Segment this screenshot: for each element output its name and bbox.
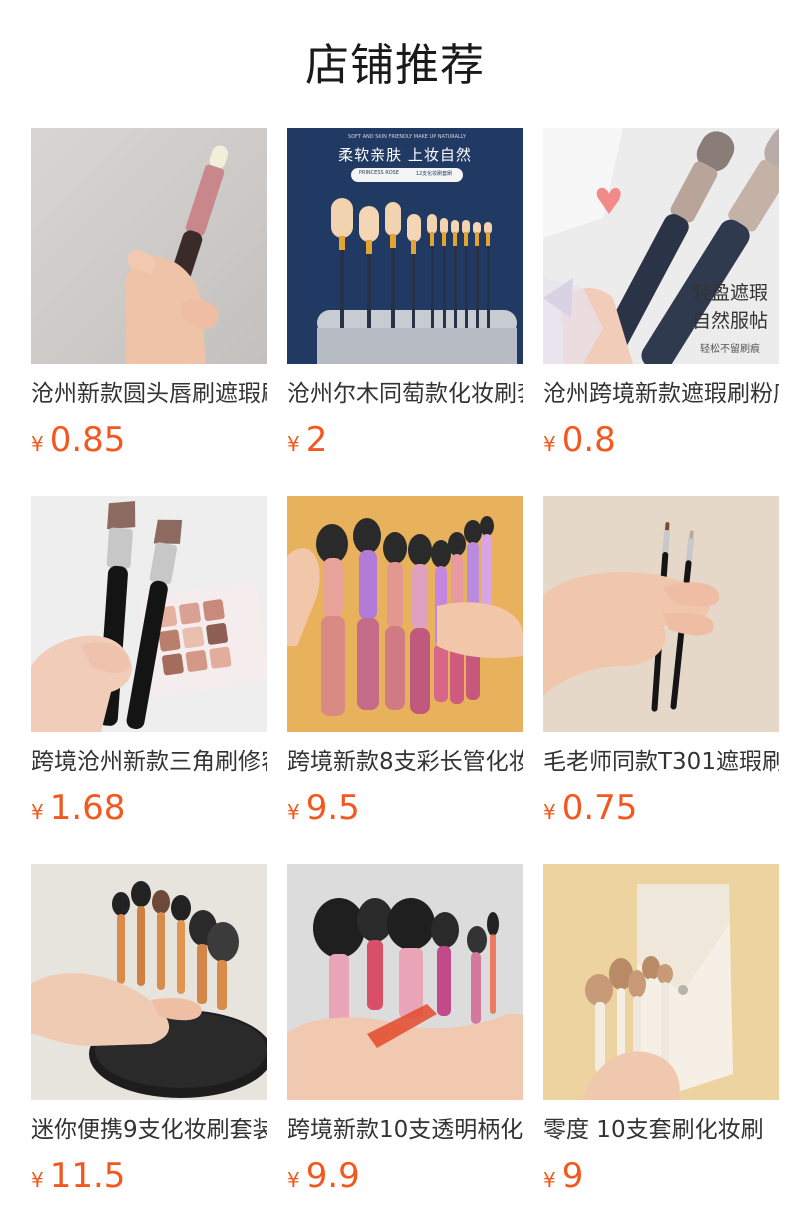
product-image[interactable]: [543, 864, 779, 1100]
product-price: ¥0.85: [31, 420, 267, 462]
product-image[interactable]: [31, 864, 267, 1100]
product-price: ¥0.8: [543, 420, 779, 462]
product-name[interactable]: 沧州尔木同萄款化妆刷套装: [287, 378, 523, 410]
product-card[interactable]: 跨境新款10支透明柄化妆刷 ¥9.9: [287, 864, 523, 1232]
product-name[interactable]: 毛老师同款T301遮瑕刷: [543, 746, 779, 778]
product-card[interactable]: SOFT AND SKIN FRIENDLY MAKE UP NATURALLY…: [287, 128, 523, 496]
colorful-brush-photo-icon: [287, 496, 523, 732]
product-name[interactable]: 沧州新款圆头唇刷遮瑕刷: [31, 378, 267, 410]
product-price: ¥11.5: [31, 1156, 267, 1198]
currency-symbol: ¥: [31, 1168, 44, 1192]
price-value: 2: [305, 420, 328, 460]
product-card[interactable]: 跨境新款8支彩长管化妆刷 ¥9.5: [287, 496, 523, 864]
product-name[interactable]: 零度 10支套刷化妆刷: [543, 1114, 779, 1146]
price-value: 1.68: [49, 788, 126, 828]
currency-symbol: ¥: [287, 800, 300, 824]
image-line3: 轻松不留刷痕: [700, 344, 760, 355]
product-name[interactable]: 跨境新款10支透明柄化妆刷: [287, 1114, 523, 1146]
image-line2: 自然服帖: [691, 310, 768, 332]
page-title: 店铺推荐: [305, 40, 485, 91]
product-name[interactable]: 沧州跨境新款遮瑕刷粉底刷: [543, 378, 779, 410]
image-headline: 柔软亲肤 上妆自然: [338, 146, 472, 164]
product-card[interactable]: 跨境沧州新款三角刷修容刷 ¥1.68: [31, 496, 267, 864]
product-card[interactable]: 毛老师同款T301遮瑕刷 ¥0.75: [543, 496, 779, 864]
price-value: 9.5: [305, 788, 360, 828]
currency-symbol: ¥: [287, 432, 300, 456]
product-name[interactable]: 跨境沧州新款三角刷修容刷: [31, 746, 267, 778]
price-value: 0.85: [49, 420, 126, 460]
mini-brush-set-photo-icon: [31, 864, 267, 1100]
price-value: 9.9: [305, 1156, 360, 1196]
transparent-brush-photo-icon: [287, 864, 523, 1100]
currency-symbol: ¥: [31, 432, 44, 456]
currency-symbol: ¥: [287, 1168, 300, 1192]
product-price: ¥2: [287, 420, 523, 462]
currency-symbol: ¥: [31, 800, 44, 824]
angled-brush-photo-icon: [31, 496, 267, 732]
page: 店铺推荐 沧州新款圆头唇刷遮瑕刷 ¥ 0.85 SOFT AND SKIN FR…: [0, 0, 790, 1232]
image-line1: 轻盈遮瑕: [691, 282, 768, 304]
currency-symbol: ¥: [543, 432, 556, 456]
product-image[interactable]: 轻盈遮瑕 自然服帖 轻松不留刷痕: [543, 128, 779, 364]
price-value: 0.8: [561, 420, 616, 460]
lip-brush-photo-icon: [31, 128, 267, 364]
product-price: ¥9.5: [287, 788, 523, 830]
product-image[interactable]: SOFT AND SKIN FRIENDLY MAKE UP NATURALLY…: [287, 128, 523, 364]
image-tag-right: 12支化妆刷套刷: [415, 171, 453, 177]
product-price: ¥9.9: [287, 1156, 523, 1198]
currency-symbol: ¥: [543, 800, 556, 824]
product-price: ¥0.75: [543, 788, 779, 830]
price-value: 11.5: [49, 1156, 126, 1196]
product-image[interactable]: [543, 496, 779, 732]
product-card[interactable]: 轻盈遮瑕 自然服帖 轻松不留刷痕 沧州跨境新款遮瑕刷粉底刷 ¥0.8: [543, 128, 779, 496]
product-price: ¥9: [543, 1156, 779, 1198]
product-name[interactable]: 迷你便携9支化妆刷套装: [31, 1114, 267, 1146]
detail-brush-photo-icon: [543, 496, 779, 732]
product-image[interactable]: [287, 864, 523, 1100]
price-value: 9: [561, 1156, 584, 1196]
currency-symbol: ¥: [543, 1168, 556, 1192]
product-card[interactable]: 沧州新款圆头唇刷遮瑕刷 ¥0.85: [31, 128, 267, 496]
product-image[interactable]: [31, 496, 267, 732]
product-image[interactable]: [287, 496, 523, 732]
product-card[interactable]: 迷你便携9支化妆刷套装 ¥11.5: [31, 864, 267, 1232]
price-value: 0.75: [561, 788, 638, 828]
product-grid: 沧州新款圆头唇刷遮瑕刷 ¥0.85 SOFT AND SKIN FRIENDLY…: [31, 128, 779, 1232]
image-tag-left: PRINCESS ROSE: [358, 170, 400, 176]
product-price: ¥1.68: [31, 788, 267, 830]
product-image[interactable]: [31, 128, 267, 364]
product-card[interactable]: 零度 10支套刷化妆刷 ¥9: [543, 864, 779, 1232]
image-small-caption: SOFT AND SKIN FRIENDLY MAKE UP NATURALLY: [348, 134, 466, 140]
product-name[interactable]: 跨境新款8支彩长管化妆刷: [287, 746, 523, 778]
brush-bag-photo-icon: [543, 864, 779, 1100]
